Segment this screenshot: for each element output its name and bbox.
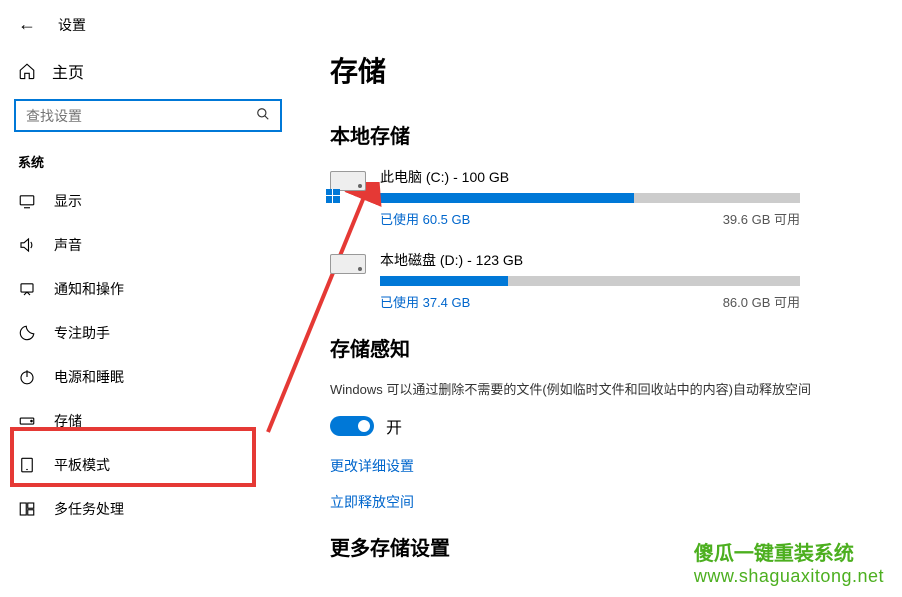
drive-icon — [330, 254, 366, 280]
sidebar-item-notifications[interactable]: 通知和操作 — [14, 267, 260, 311]
drive-used: 已使用 37.4 GB — [380, 292, 470, 311]
search-icon — [256, 107, 270, 124]
nav-label: 声音 — [54, 235, 82, 255]
sidebar-item-sound[interactable]: 声音 — [14, 223, 260, 267]
sound-icon — [18, 236, 36, 254]
drive-free: 39.6 GB 可用 — [723, 209, 800, 228]
drive-name: 本地磁盘 (D:) - 123 GB — [380, 250, 860, 270]
drive-icon — [330, 171, 366, 197]
nav-label: 专注助手 — [54, 323, 110, 343]
page-title: 存储 — [330, 50, 860, 90]
sidebar-item-focus[interactable]: 专注助手 — [14, 311, 260, 355]
drive-row[interactable]: 此电脑 (C:) - 100 GB 已使用 60.5 GB 39.6 GB 可用 — [330, 167, 860, 228]
sidebar-item-power[interactable]: 电源和睡眠 — [14, 355, 260, 399]
free-space-link[interactable]: 立即释放空间 — [330, 492, 860, 512]
change-settings-link[interactable]: 更改详细设置 — [330, 456, 860, 476]
drive-name: 此电脑 (C:) - 100 GB — [380, 167, 860, 187]
power-icon — [18, 368, 36, 386]
drive-usage-bar — [380, 276, 800, 286]
sidebar-section-label: 系统 — [14, 152, 300, 179]
nav-label: 存储 — [54, 411, 82, 431]
nav-label: 通知和操作 — [54, 279, 124, 299]
sidebar-item-tablet[interactable]: 平板模式 — [14, 443, 260, 487]
display-icon — [18, 192, 36, 210]
drive-row[interactable]: 本地磁盘 (D:) - 123 GB 已使用 37.4 GB 86.0 GB 可… — [330, 250, 860, 311]
drive-usage-bar — [380, 193, 800, 203]
storage-sense-toggle[interactable] — [330, 416, 374, 436]
tablet-icon — [18, 456, 36, 474]
home-icon — [18, 62, 36, 80]
home-label: 主页 — [52, 59, 84, 83]
storage-icon — [18, 412, 36, 430]
toggle-label: 开 — [386, 414, 402, 438]
sidebar-item-storage[interactable]: 存储 — [14, 399, 260, 443]
storage-sense-desc: Windows 可以通过删除不需要的文件(例如临时文件和回收站中的内容)自动释放… — [330, 380, 860, 400]
local-storage-heading: 本地存储 — [330, 120, 860, 149]
sidebar-item-multitask[interactable]: 多任务处理 — [14, 487, 260, 531]
nav-label: 多任务处理 — [54, 499, 124, 519]
sidebar-item-display[interactable]: 显示 — [14, 179, 260, 223]
notifications-icon — [18, 280, 36, 298]
nav-label: 平板模式 — [54, 455, 110, 475]
watermark: 傻瓜一键重装系统 www.shaguaxitong.net — [694, 537, 884, 587]
multitask-icon — [18, 500, 36, 518]
home-nav[interactable]: 主页 — [14, 51, 300, 99]
search-input-container[interactable] — [14, 99, 282, 132]
back-button[interactable]: ← — [18, 14, 36, 35]
search-input[interactable] — [26, 108, 256, 124]
storage-sense-heading: 存储感知 — [330, 333, 860, 362]
nav-label: 电源和睡眠 — [54, 367, 124, 387]
window-title: 设置 — [58, 15, 86, 35]
focus-icon — [18, 324, 36, 342]
drive-free: 86.0 GB 可用 — [723, 292, 800, 311]
nav-label: 显示 — [54, 191, 82, 211]
drive-used: 已使用 60.5 GB — [380, 209, 470, 228]
